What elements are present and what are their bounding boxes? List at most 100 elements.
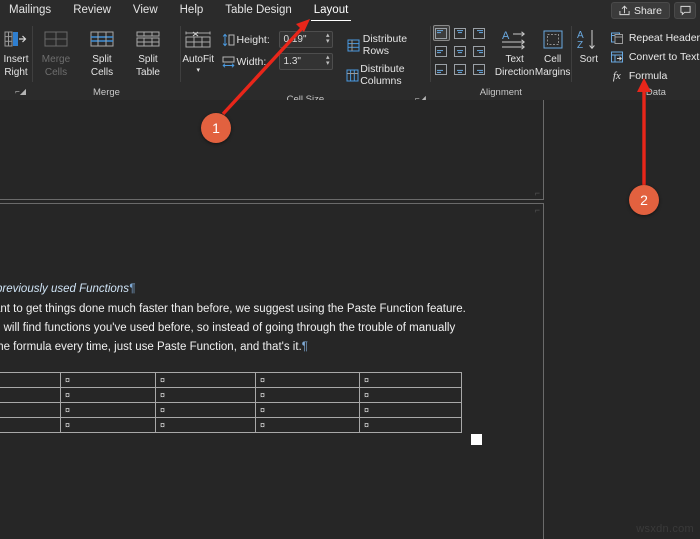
table-cell[interactable] — [0, 418, 61, 433]
table-cell[interactable]: ¤ — [156, 403, 256, 418]
distribute-rows-icon — [345, 39, 363, 52]
rows-columns-dialog-launcher[interactable]: ⌐◢ — [15, 85, 26, 99]
convert-to-text-icon — [610, 51, 624, 63]
cell-end-mark: ¤ — [364, 420, 369, 430]
formula-fx-icon: fx — [610, 70, 624, 82]
text-direction-button[interactable]: A Text Direction — [495, 25, 535, 78]
text-direction-label-1: Text — [505, 54, 523, 66]
document-table[interactable]: ¤ ¤ ¤ ¤ ¤ ¤ ¤ ¤ ¤ ¤ ¤ ¤ — [0, 372, 462, 433]
align-top-center-button[interactable] — [452, 25, 469, 41]
table-cell[interactable]: ¤ — [256, 388, 360, 403]
table-row[interactable]: ¤ ¤ ¤ ¤ — [0, 388, 462, 403]
column-width-row: Width: 1.3" ▴▾ — [220, 53, 333, 70]
document-paragraph-line-1: ant to get things done much faster than … — [0, 300, 466, 319]
align-bottom-left-button[interactable] — [433, 61, 450, 77]
document-canvas[interactable]: ⌐ ⌐ previously used Functions¶ ant to ge… — [0, 100, 700, 539]
table-row[interactable]: ¤ ¤ ¤ ¤ — [0, 418, 462, 433]
ribbon-group-data: A Z Sort — [572, 22, 700, 100]
row-height-row: Height: 0.19" ▴▾ — [220, 31, 333, 48]
cell-margins-label-2: Margins — [535, 67, 571, 79]
cell-size-fields: Height: 0.19" ▴▾ Width — [216, 25, 333, 75]
distribute-rows-button[interactable]: Distribute Rows — [345, 33, 430, 57]
table-row[interactable]: ¤ ¤ ¤ ¤ — [0, 403, 462, 418]
autofit-chevron-down-icon[interactable]: ▾ — [196, 67, 200, 74]
column-width-icon — [220, 55, 237, 69]
table-cell[interactable]: ¤ — [156, 418, 256, 433]
distribute-rows-label: Distribute Rows — [363, 33, 430, 57]
insert-right-button[interactable]: Insert Right — [0, 25, 32, 78]
table-resize-handle[interactable] — [471, 434, 482, 445]
table-cell[interactable]: ¤ — [156, 388, 256, 403]
table-cell[interactable] — [0, 373, 61, 388]
ribbon-group-rows-columns-label: ⌐◢ — [0, 86, 32, 100]
align-center-button[interactable] — [452, 43, 469, 59]
titlebar-actions: Share — [611, 2, 696, 19]
align-bottom-center-button[interactable] — [452, 61, 469, 77]
table-cell[interactable]: ¤ — [61, 373, 156, 388]
insert-right-icon — [4, 27, 28, 53]
svg-text:A: A — [502, 30, 510, 42]
table-cell[interactable]: ¤ — [61, 388, 156, 403]
distribute-columns-label: Distribute Columns — [360, 63, 430, 87]
table-cell[interactable]: ¤ — [360, 418, 462, 433]
distribute-columns-icon — [345, 69, 361, 82]
repeat-header-rows-button[interactable]: Repeat Header — [610, 29, 700, 46]
width-value: 1.3" — [284, 56, 301, 67]
table-cell[interactable]: ¤ — [156, 373, 256, 388]
split-cells-button[interactable]: Split Cells — [79, 25, 125, 78]
comment-icon — [680, 5, 691, 16]
tab-mailings[interactable]: Mailings — [9, 4, 51, 18]
cell-margins-button[interactable]: Cell Margins — [534, 25, 570, 78]
merge-cells-icon — [43, 27, 69, 53]
table-cell[interactable] — [0, 403, 61, 418]
align-bottom-right-button[interactable] — [471, 61, 488, 77]
document-heading: previously used Functions¶ — [0, 280, 135, 299]
word-window: Mailings Review View Help Table Design L… — [0, 0, 700, 539]
table-row[interactable]: ¤ ¤ ¤ ¤ — [0, 373, 462, 388]
table-cell[interactable]: ¤ — [360, 388, 462, 403]
align-center-left-button[interactable] — [433, 43, 450, 59]
table-cell[interactable]: ¤ — [61, 418, 156, 433]
width-stepper[interactable]: ▴▾ — [326, 55, 330, 67]
page-2-corner-mark: ⌐ — [535, 205, 540, 215]
row-height-icon — [220, 33, 237, 47]
insert-right-label-2: Right — [4, 67, 27, 79]
table-cell[interactable]: ¤ — [256, 373, 360, 388]
document-paragraph-line-2: u will find functions you've used before… — [0, 319, 455, 338]
table-cell[interactable]: ¤ — [256, 418, 360, 433]
align-center-right-button[interactable] — [471, 43, 488, 59]
split-table-button[interactable]: Split Table — [125, 25, 171, 78]
formula-label: Formula — [629, 70, 668, 82]
align-top-left-button[interactable] — [433, 25, 450, 41]
width-input[interactable]: 1.3" ▴▾ — [279, 53, 333, 70]
tab-help[interactable]: Help — [180, 4, 204, 18]
sort-button[interactable]: A Z Sort — [572, 25, 606, 66]
distribute-columns-button[interactable]: Distribute Columns — [345, 63, 430, 87]
cell-end-mark: ¤ — [260, 375, 265, 385]
tab-view[interactable]: View — [133, 4, 158, 18]
align-top-right-button[interactable] — [471, 25, 488, 41]
merge-cells-button[interactable]: Merge Cells — [33, 25, 79, 78]
height-stepper[interactable]: ▴▾ — [326, 33, 330, 45]
tab-table-design[interactable]: Table Design — [225, 4, 291, 18]
table-cell[interactable]: ¤ — [360, 403, 462, 418]
cell-margins-icon — [541, 27, 565, 53]
tab-layout[interactable]: Layout — [314, 4, 349, 18]
height-input[interactable]: 0.19" ▴▾ — [279, 31, 333, 48]
page-1-corner-mark: ⌐ — [535, 188, 540, 198]
autofit-button[interactable]: AutoFit ▾ — [181, 25, 216, 74]
comments-button[interactable] — [674, 2, 696, 19]
convert-to-text-button[interactable]: Convert to Text — [610, 48, 700, 65]
table-cell[interactable] — [0, 388, 61, 403]
ribbon-group-cell-size: AutoFit ▾ Height: 0.19 — [181, 22, 430, 100]
merge-cells-label-1: Merge — [42, 54, 70, 66]
table-cell[interactable]: ¤ — [256, 403, 360, 418]
share-button[interactable]: Share — [611, 2, 670, 19]
data-label-text: Data — [646, 87, 666, 98]
table-cell[interactable]: ¤ — [360, 373, 462, 388]
tab-review[interactable]: Review — [73, 4, 111, 18]
ribbon-group-merge-label: Merge — [33, 86, 180, 100]
ribbon-group-rows-columns: Insert Right ⌐◢ — [0, 22, 32, 100]
formula-button[interactable]: fx Formula — [610, 67, 700, 84]
table-cell[interactable]: ¤ — [61, 403, 156, 418]
